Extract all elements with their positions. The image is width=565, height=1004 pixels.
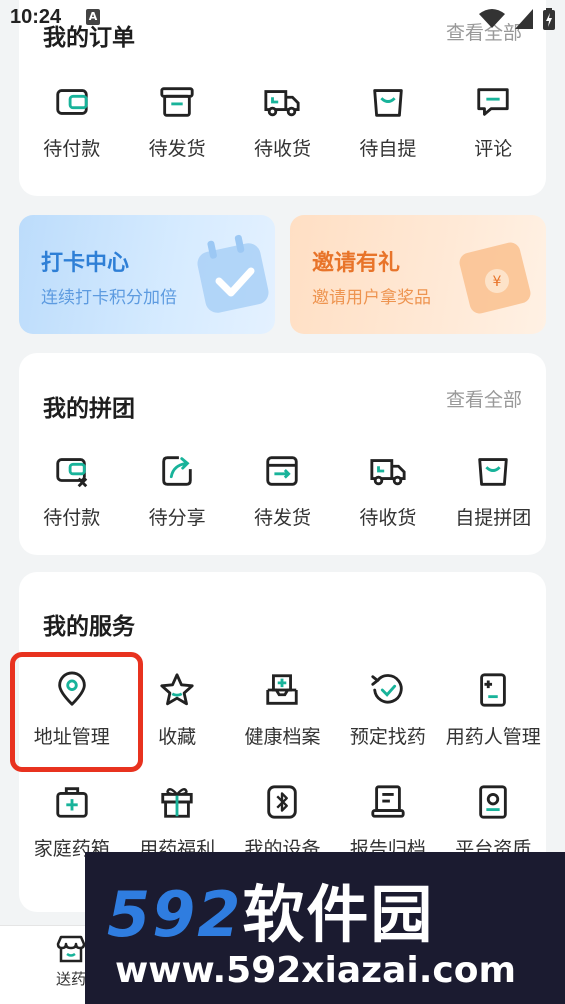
group-item-label: 自提拼团 [455, 507, 532, 529]
order-item-pending-receipt[interactable]: 待收货 [230, 82, 335, 161]
group-buy-title: 我的拼团 [43, 396, 135, 422]
address-management-highlight [10, 652, 143, 772]
service-label: 收藏 [158, 726, 197, 748]
signal-icon [515, 9, 533, 29]
checkin-subtitle: 连续打卡积分加倍 [41, 288, 177, 308]
health-record-icon [262, 670, 302, 710]
watermark-brand-number: 592 [107, 878, 243, 951]
medicine-user-icon [473, 670, 513, 710]
group-item-pending-payment[interactable]: 待付款 [19, 451, 124, 530]
order-item-label: 待付款 [43, 138, 101, 160]
medicine-box-icon [52, 782, 92, 822]
invite-title: 邀请有礼 [312, 251, 401, 276]
group-buy-view-all-link[interactable]: 查看全部 [446, 385, 522, 412]
service-label: 健康档案 [244, 726, 321, 748]
group-item-label: 待付款 [43, 507, 101, 529]
order-item-label: 评论 [474, 138, 513, 160]
calendar-check-icon [197, 234, 269, 313]
service-medicine-benefits[interactable]: 用药福利 [124, 782, 229, 861]
service-report-archive[interactable]: 报告归档 [335, 782, 440, 861]
star-icon [157, 670, 197, 710]
group-buy-card: 我的拼团 查看全部 待付款 待分享 待发货 待收货 自提拼团 [19, 353, 546, 555]
nav-item-label: 送药 [55, 970, 86, 988]
group-item-label: 待收货 [359, 507, 417, 529]
comment-icon [473, 82, 513, 122]
battery-icon [543, 8, 555, 30]
wifi-icon [479, 9, 505, 28]
service-platform-qualification[interactable]: 平台资质 [441, 782, 546, 861]
package-icon [157, 82, 197, 122]
invite-subtitle: 邀请用户拿奖品 [312, 288, 431, 308]
watermark-brand: 592软件园 [107, 864, 434, 954]
checkin-title: 打卡中心 [41, 251, 130, 276]
gift-icon [157, 782, 197, 822]
status-bar: 10:24 A [0, 0, 565, 36]
truck-icon [368, 451, 408, 491]
report-icon [368, 782, 408, 822]
svg-text:¥: ¥ [493, 274, 502, 290]
service-health-record[interactable]: 健康档案 [230, 670, 335, 749]
order-item-label: 待自提 [359, 138, 417, 160]
truck-icon [262, 82, 302, 122]
checkin-center-card[interactable]: 打卡中心 连续打卡积分加倍 [19, 215, 275, 334]
order-item-comment[interactable]: 评论 [441, 82, 546, 161]
invite-gift-card[interactable]: ¥ 邀请有礼 邀请用户拿奖品 [290, 215, 546, 334]
status-time: 10:24 [10, 6, 62, 28]
watermark-brand-text: 软件园 [242, 878, 435, 951]
services-grid-row2: 家庭药箱 用药福利 我的设备 报告归档 平台资质 [19, 782, 546, 861]
order-item-label: 待收货 [253, 138, 311, 160]
order-item-label: 待发货 [148, 138, 206, 160]
wallet-icon [52, 82, 92, 122]
service-reserve-medicine[interactable]: 预定找药 [335, 670, 440, 749]
service-label: 用药人管理 [445, 726, 541, 748]
group-buy-grid: 待付款 待分享 待发货 待收货 自提拼团 [19, 451, 546, 530]
services-title: 我的服务 [43, 614, 135, 640]
group-item-pending-shipment[interactable]: 待发货 [230, 451, 335, 530]
box-arrow-icon [262, 451, 302, 491]
service-label: 预定找药 [349, 726, 426, 748]
watermark-url: www.592xiazai.com [115, 950, 516, 991]
service-my-devices[interactable]: 我的设备 [230, 782, 335, 861]
red-envelope-icon: ¥ [459, 242, 531, 314]
bag-icon [368, 82, 408, 122]
service-family-medicine-box[interactable]: 家庭药箱 [19, 782, 124, 861]
watermark-logo: 592软件园 www.592xiazai.com [85, 852, 565, 1004]
refresh-check-icon [368, 670, 408, 710]
notification-icon: A [86, 9, 100, 25]
bag-icon [473, 451, 513, 491]
group-item-pending-receipt[interactable]: 待收货 [335, 451, 440, 530]
wallet-cancel-icon [52, 451, 92, 491]
order-item-pending-pickup[interactable]: 待自提 [335, 82, 440, 161]
orders-grid: 待付款 待发货 待收货 待自提 评论 [19, 82, 546, 161]
certificate-icon [473, 782, 513, 822]
bluetooth-icon [262, 782, 302, 822]
group-item-label: 待分享 [148, 507, 206, 529]
share-icon [157, 451, 197, 491]
status-indicators [479, 8, 555, 30]
order-item-pending-payment[interactable]: 待付款 [19, 82, 124, 161]
group-item-label: 待发货 [253, 507, 311, 529]
service-medicine-user[interactable]: 用药人管理 [441, 670, 546, 749]
group-item-pending-share[interactable]: 待分享 [124, 451, 229, 530]
shop-icon [56, 935, 86, 963]
order-item-pending-shipment[interactable]: 待发货 [124, 82, 229, 161]
group-item-self-pickup[interactable]: 自提拼团 [441, 451, 546, 530]
